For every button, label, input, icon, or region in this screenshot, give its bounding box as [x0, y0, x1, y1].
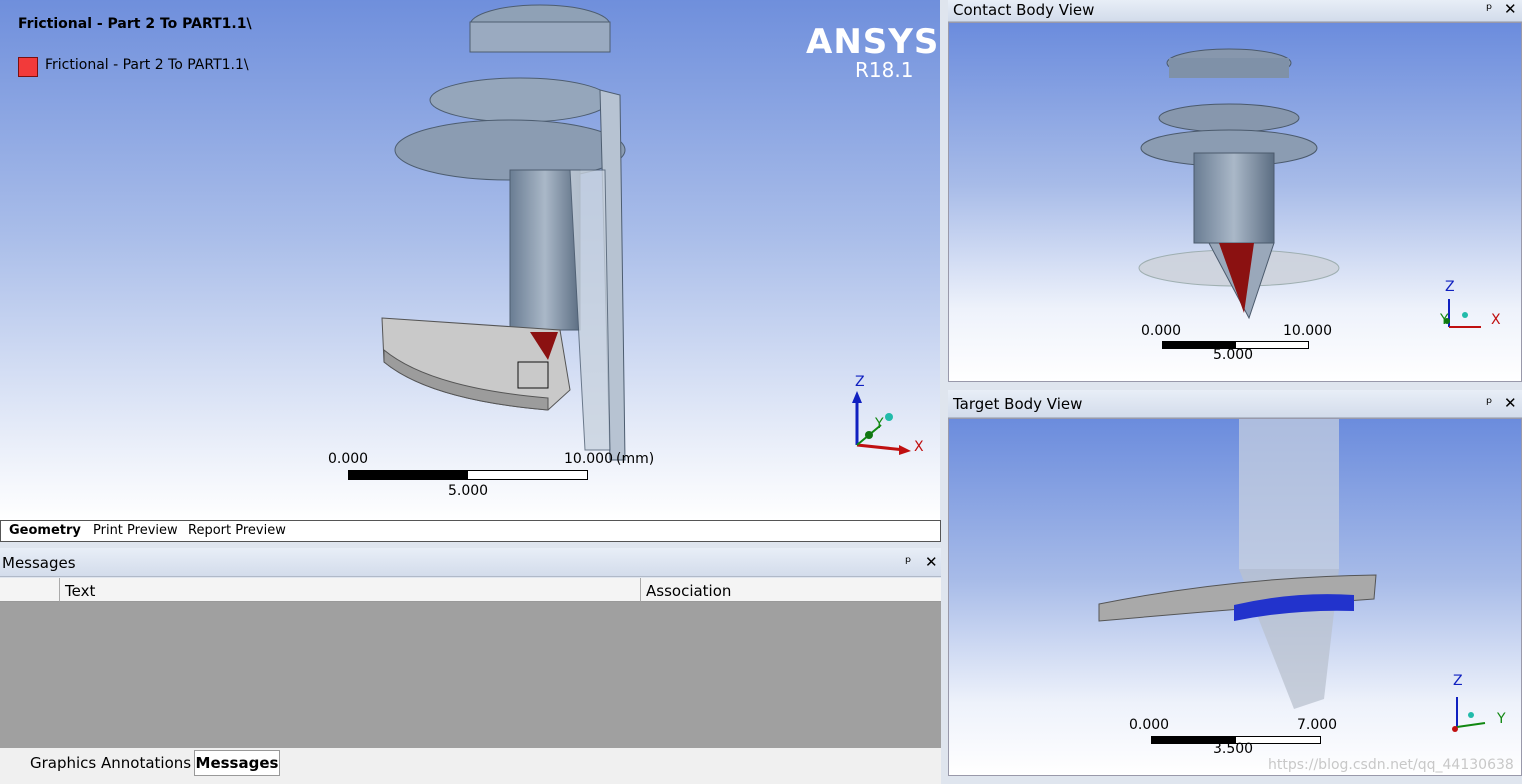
contact-triad-x: X [1491, 312, 1501, 328]
tab-messages[interactable]: Messages [194, 750, 280, 776]
legend-label: Frictional - Part 2 To PART1.1\ [45, 57, 249, 73]
messages-table-header: Text Association [0, 578, 941, 602]
contact-scale-start: 0.000 [1141, 323, 1182, 339]
target-body-render[interactable] [1094, 419, 1384, 719]
messages-list[interactable] [0, 602, 941, 748]
target-triad-z: Z [1453, 673, 1463, 689]
contact-body-render[interactable] [1129, 38, 1349, 338]
tab-report-preview[interactable]: Report Preview [188, 523, 286, 538]
contact-view-title: Contact Body View [953, 1, 1095, 19]
ansys-version: R18.1 [855, 58, 914, 82]
scale-end-label: 10.000 [564, 451, 613, 467]
scale-mid-label: 5.000 [448, 483, 489, 499]
contact-scale-mid: 5.000 [1213, 347, 1254, 363]
target-view-title: Target Body View [953, 395, 1083, 413]
viewport-title: Frictional - Part 2 To PART1.1\ [18, 16, 252, 32]
contact-scale-end: 10.000 [1283, 323, 1332, 339]
pin-icon[interactable]: ᵖ [1486, 0, 1492, 18]
scale-bar-fill [349, 471, 468, 479]
tab-graphics-annotations[interactable]: Graphics Annotations [30, 754, 191, 772]
geometry-viewport[interactable]: Frictional - Part 2 To PART1.1\ Friction… [0, 0, 940, 520]
tab-print-preview[interactable]: Print Preview [93, 523, 178, 538]
bottom-tabstrip: Graphics Annotations Messages [0, 748, 941, 784]
pin-icon[interactable]: ᵖ [905, 553, 911, 571]
target-scale-end: 7.000 [1297, 717, 1338, 733]
watermark: https://blog.csdn.net/qq_44130638 [1268, 757, 1514, 773]
legend-color-swatch [18, 57, 38, 77]
view-tabstrip: Geometry Print Preview Report Preview [0, 520, 941, 542]
target-body-viewport[interactable]: 0.000 7.000 3.500 Z Y [948, 418, 1522, 776]
close-icon[interactable]: ✕ [1504, 394, 1517, 412]
contact-body-viewport[interactable]: 0.000 10.000 5.000 Z Y X [948, 22, 1522, 382]
column-association[interactable]: Association [641, 578, 941, 602]
target-scale-mid: 3.500 [1213, 741, 1254, 757]
contact-triad-z: Z [1445, 279, 1455, 295]
target-view-header: Target Body View ᵖ ✕ [948, 390, 1522, 418]
scale-start-label: 0.000 [328, 451, 369, 467]
triad-y-label: Y [875, 416, 884, 432]
triad-x-label: X [914, 439, 924, 455]
messages-panel-header: Messages ᵖ ✕ [0, 548, 941, 577]
contact-view-header: Contact Body View ᵖ ✕ [948, 0, 1522, 22]
contact-triad-y: Y [1440, 312, 1449, 328]
triad-z-label: Z [855, 374, 865, 390]
scale-unit-label: (mm) [616, 451, 655, 467]
row-header-column[interactable] [0, 578, 60, 602]
pin-icon[interactable]: ᵖ [1486, 394, 1492, 412]
tab-geometry[interactable]: Geometry [9, 523, 81, 538]
scale-bar [348, 470, 588, 480]
column-text[interactable]: Text [60, 578, 641, 602]
close-icon[interactable]: ✕ [1504, 0, 1517, 18]
target-scale-start: 0.000 [1129, 717, 1170, 733]
target-triad-y: Y [1497, 711, 1506, 727]
ansys-logo: ANSYS [806, 22, 940, 62]
messages-panel-title: Messages [2, 554, 76, 572]
clip-model-render[interactable] [370, 0, 670, 470]
close-icon[interactable]: ✕ [925, 553, 938, 571]
